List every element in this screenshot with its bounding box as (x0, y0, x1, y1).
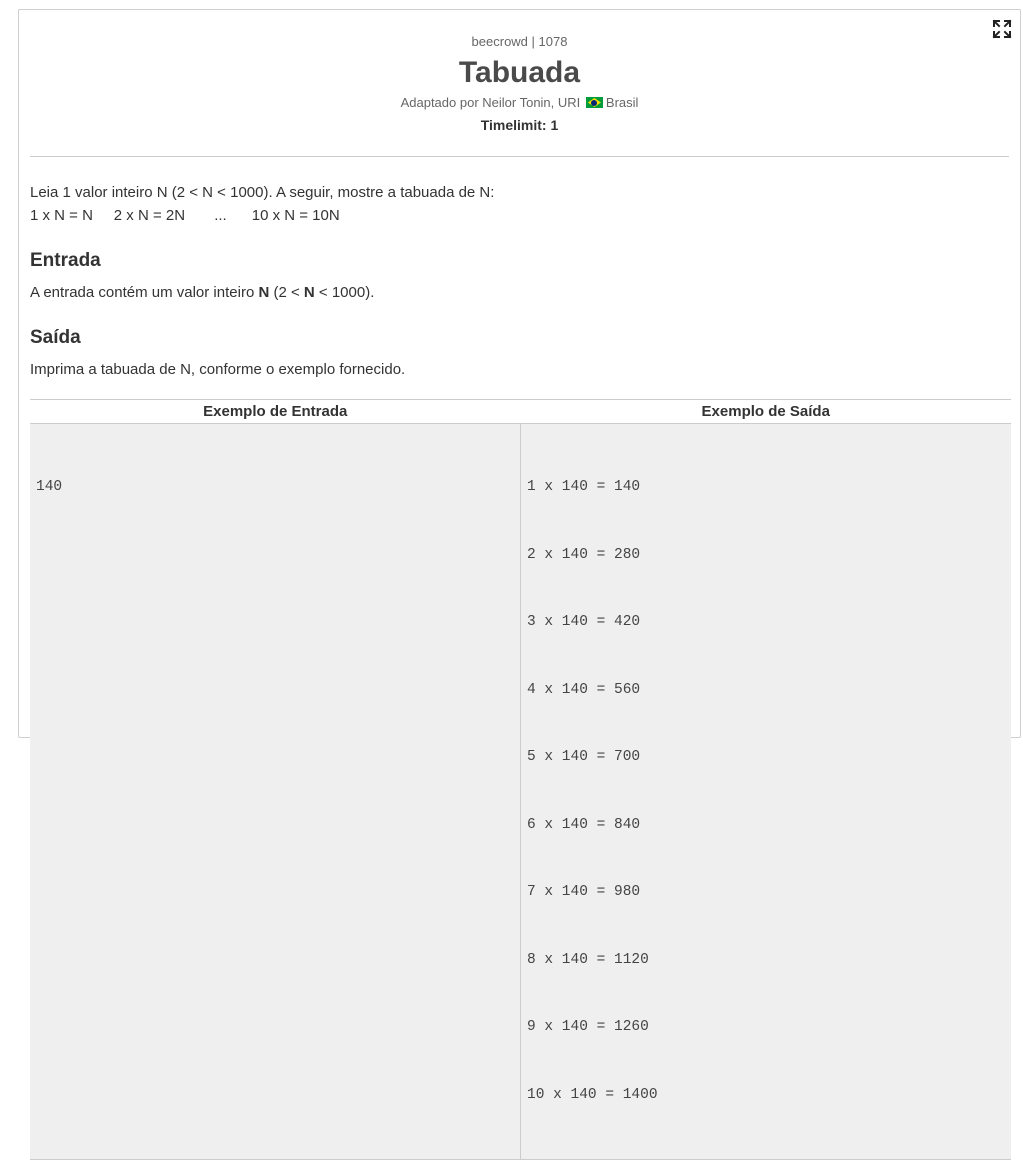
description-formula: 1 x N = N 2 x N = 2N ... 10 x N = 10N (30, 207, 340, 224)
sample-output-line: 10 x 140 = 1400 (527, 1086, 658, 1103)
sample-table-header: Exemplo de Entrada Exemplo de Saída (30, 400, 1011, 424)
input-description: A entrada contém um valor inteiro N (2 <… (30, 282, 1009, 304)
output-heading: Saída (30, 327, 81, 348)
problem-card: beecrowd | 1078 Tabuada Adaptado por Nei… (18, 9, 1021, 1160)
sample-output-cell[interactable]: 1 x 140 = 140 2 x 140 = 280 3 x 140 = 42… (521, 424, 1011, 1159)
input-text-bold: N (258, 284, 270, 301)
problem-content: Leia 1 valor inteiro N (2 < N < 1000). A… (19, 181, 1020, 1160)
problem-header: beecrowd | 1078 Tabuada Adaptado por Nei… (19, 10, 1020, 133)
output-description: Imprima a tabuada de N, conforme o exemp… (30, 361, 406, 378)
sample-output-line: 6 x 140 = 840 (527, 816, 641, 833)
timelimit: Timelimit: 1 (480, 117, 559, 133)
sample-output-line: 8 x 140 = 1120 (527, 951, 649, 968)
sample-output-line: 3 x 140 = 420 (527, 614, 641, 630)
sample-input-line: 140 (36, 479, 63, 495)
header-divider (30, 156, 1009, 157)
description-text: Leia 1 valor inteiro N (2 < N < 1000). A… (30, 184, 495, 201)
sample-output-line: 4 x 140 = 560 (527, 681, 641, 698)
input-text-part: < 1000). (314, 284, 375, 301)
sample-table: Exemplo de Entrada Exemplo de Saída 140 … (30, 399, 1011, 1160)
sample-input-cell[interactable]: 140 (30, 424, 521, 1159)
input-text-part: A entrada contém um valor inteiro (30, 284, 259, 301)
author-country: Brasil (605, 95, 639, 110)
sample-input-header: Exemplo de Entrada (203, 403, 348, 420)
author-name: Adaptado por Neilor Tonin, URI (400, 95, 581, 110)
sample-output-line: 2 x 140 = 280 (527, 546, 641, 563)
input-text-part: (2 < (269, 284, 304, 301)
expand-icon[interactable] (992, 19, 1012, 39)
sample-output-line: 5 x 140 = 700 (527, 749, 641, 765)
judge-id: beecrowd | 1078 (471, 34, 568, 49)
input-text-bold: N (303, 284, 315, 301)
brazil-flag-icon (585, 97, 603, 108)
problem-author: Adaptado por Neilor Tonin, URI Brasil (19, 95, 1020, 111)
sample-output-header: Exemplo de Saída (701, 403, 830, 420)
problem-description: Leia 1 valor inteiro N (2 < N < 1000). A… (30, 181, 1009, 227)
problem-title: Tabuada (458, 56, 581, 89)
sample-table-body: 140 1 x 140 = 140 2 x 140 = 280 3 x 140 … (30, 424, 1011, 1160)
input-heading: Entrada (30, 250, 101, 271)
sample-output-line: 1 x 140 = 140 (527, 479, 641, 495)
sample-output-line: 7 x 140 = 980 (527, 884, 641, 900)
sample-output-line: 9 x 140 = 1260 (527, 1019, 649, 1035)
